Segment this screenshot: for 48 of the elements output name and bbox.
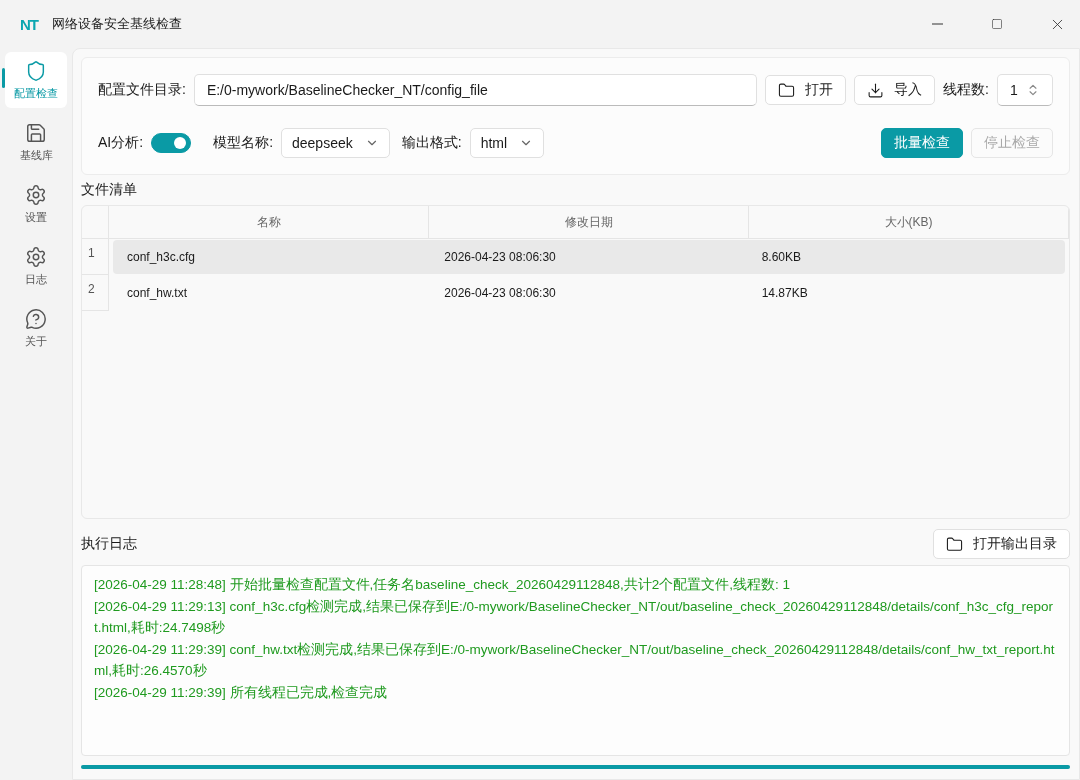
sidebar-item[interactable]: 日志 <box>5 238 67 294</box>
window-title: 网络设备安全基线检查 <box>52 15 183 33</box>
table-cell-text: conf_h3c.cfg <box>126 250 196 264</box>
format-dropdown[interactable]: html <box>469 128 545 158</box>
table-cell-text: 2026-04-23 08:06:30 <box>443 250 556 264</box>
field-label: 线程数: <box>943 81 989 99</box>
table-cell-text: 8.60KB <box>760 250 802 264</box>
log-line: [2026-04-29 11:29:39] conf_hw.txt检测完成,结果已保存到E:/0-mywork/BaselineChecker_NT/out/baseline_check_20260429112848/details/conf_hw_txt_report.html,耗时:26.4570秒 <box>94 640 1056 680</box>
table-row[interactable]: conf_hw.txt 2026-04-23 08:06:30 14.87KB <box>113 276 1065 310</box>
column-header[interactable]: 名称 <box>109 206 429 239</box>
sidebar-item[interactable]: 配置检查 <box>5 52 67 108</box>
section-title: 执行日志 <box>81 535 137 553</box>
sidebar-item[interactable]: 关于 <box>5 300 67 356</box>
folder-icon <box>778 81 796 99</box>
open-button[interactable]: 打开 <box>765 75 847 105</box>
table-row[interactable]: conf_h3c.cfg 2026-04-23 08:06:30 8.60KB <box>113 240 1065 274</box>
log-line: [2026-04-29 11:29:39] 所有线程已完成,检查完成 <box>94 683 389 702</box>
model-dropdown[interactable]: deepseek <box>281 128 390 158</box>
log-line: [2026-04-29 11:29:13] conf_h3c.cfg检测完成,结果已保存到E:/0-mywork/BaselineChecker_NT/out/baseline_check_20260429112848/details/conf_h3c_cfg_report.html,耗时:24.7498秒 <box>94 597 1055 637</box>
field-label: 模型名称: <box>213 134 273 152</box>
gear-icon <box>25 245 47 268</box>
table-cell-text: 14.87KB <box>760 286 808 300</box>
gear-icon <box>25 183 47 206</box>
open-output-button[interactable]: 打开输出目录 <box>933 529 1070 559</box>
app-logo: NT <box>20 15 38 33</box>
section-title: 文件清单 <box>81 181 138 199</box>
field-label: 配置文件目录: <box>98 81 186 99</box>
directory-field[interactable]: E:/0-mywork/BaselineChecker_NT/config_file <box>193 74 758 106</box>
table-cell-text: conf_hw.txt <box>126 286 188 300</box>
table-cell-text: 2026-04-23 08:06:30 <box>443 286 556 300</box>
question-bubble-icon <box>25 307 47 330</box>
row-number: 1 <box>82 239 109 275</box>
ai-toggle[interactable] <box>151 133 192 153</box>
threads-spinbox[interactable]: 1 <box>997 74 1053 106</box>
minimize-icon <box>931 23 943 25</box>
maximize-icon <box>991 18 1003 30</box>
column-header[interactable]: 修改日期 <box>429 206 749 239</box>
import-button[interactable]: 导入 <box>854 75 936 105</box>
sidebar-item[interactable]: 设置 <box>5 176 67 232</box>
download-icon <box>867 81 885 99</box>
column-header[interactable]: 大小(KB) <box>749 206 1069 239</box>
field-label: 输出格式: <box>401 134 462 152</box>
sidebar-item[interactable]: 基线库 <box>5 114 67 170</box>
folder-icon <box>946 535 963 553</box>
row-number: 2 <box>82 275 109 311</box>
log-line: [2026-04-29 11:28:48] 开始批量检查配置文件,任务名baseline_check_20260429112848,共计2个配置文件,线程数: 1 <box>94 576 792 594</box>
shield-icon <box>25 59 47 82</box>
field-label: AI分析: <box>98 134 144 152</box>
